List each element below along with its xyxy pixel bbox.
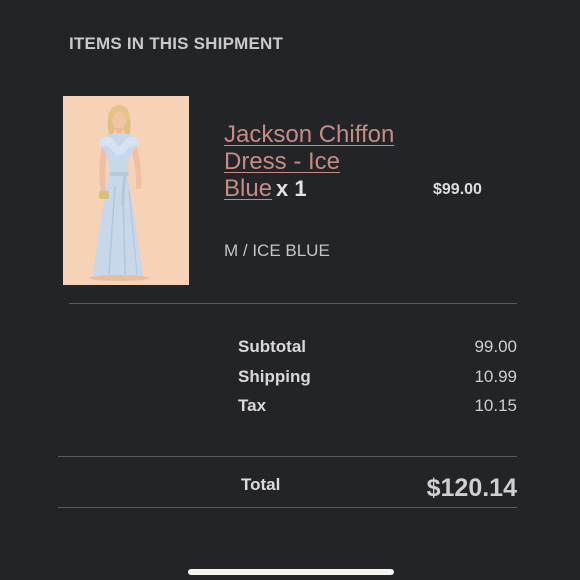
shipment-page: ITEMS IN THIS SHIPMENT Jackson Chiffon D… [0,0,580,580]
tax-label: Tax [238,396,267,415]
product-title: Jackson Chiffon Dress - Ice Blue x 1 [224,121,399,202]
item-price: $99.00 [433,181,482,198]
product-quantity: x 1 [276,176,307,201]
total-value: $120.14 [426,474,517,502]
tax-value: 10.15 [474,396,517,415]
total-label: Total [241,475,281,494]
shipping-label: Shipping [238,367,311,386]
summary-divider-bottom [58,507,517,508]
home-indicator[interactable] [188,569,394,575]
item-divider [69,303,517,304]
section-title: ITEMS IN THIS SHIPMENT [69,34,284,53]
subtotal-value: 99.00 [474,337,517,356]
product-image[interactable] [63,96,189,285]
summary-divider-top [58,456,517,457]
dress-photo-icon [63,96,189,285]
subtotal-label: Subtotal [238,337,306,356]
product-variant: M / ICE BLUE [224,241,330,260]
shipping-value: 10.99 [474,367,517,386]
product-name-link[interactable]: Jackson Chiffon Dress - Ice Blue [224,121,394,202]
